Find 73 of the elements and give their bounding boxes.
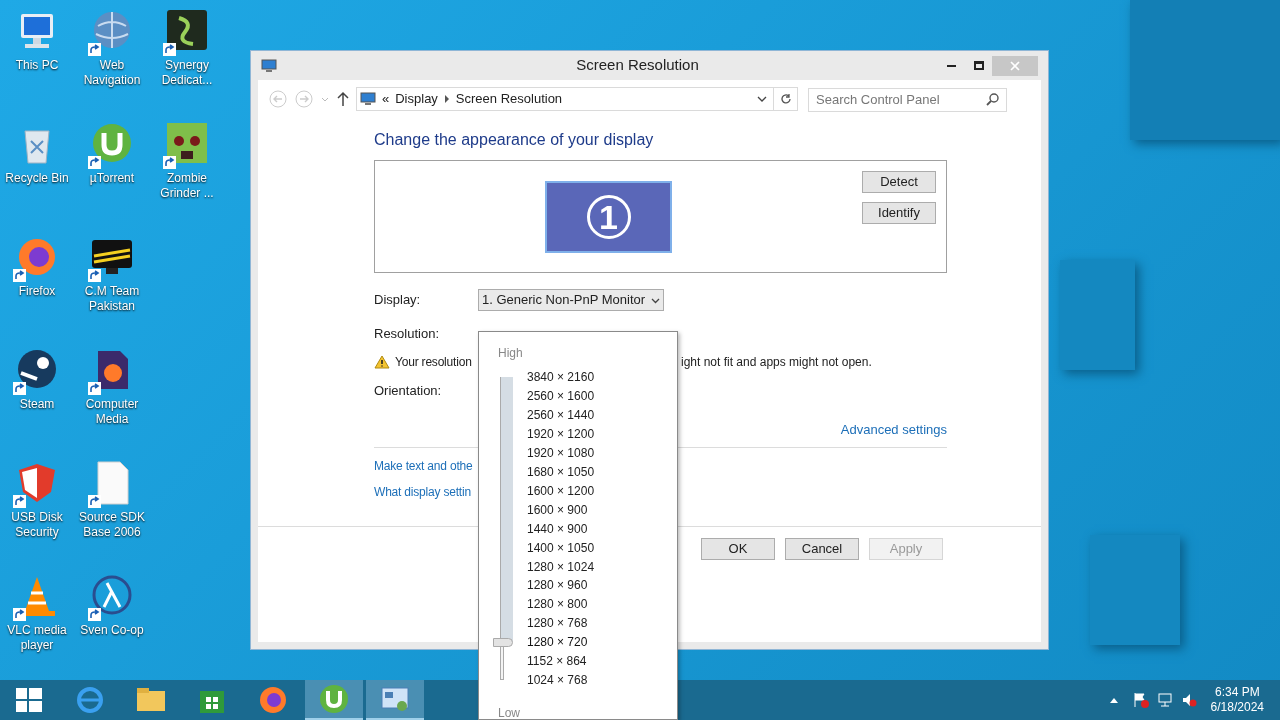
display-number: 1 <box>586 194 631 239</box>
resolution-option[interactable]: 1280 × 960 <box>527 576 595 596</box>
page-heading: Change the appearance of your display <box>374 130 655 150</box>
breadcrumb-item[interactable]: Display <box>395 89 438 109</box>
taskbar-button[interactable] <box>366 680 424 720</box>
clock-time[interactable]: 6:34 PM <box>1214 685 1260 700</box>
shortcut-arrow-icon <box>13 269 26 282</box>
shortcut-arrow-icon <box>88 608 101 621</box>
shortcut-arrow-icon <box>13 495 26 508</box>
refresh-icon <box>779 93 792 105</box>
search-field[interactable]: Search Control Panel <box>808 87 1007 112</box>
resolution-option[interactable]: 1600 × 900 <box>527 500 595 520</box>
shortcut-arrow-icon <box>163 156 176 169</box>
shortcut-arrow-icon <box>163 43 176 56</box>
panel-button[interactable]: Identify <box>862 202 936 224</box>
field-label: Orientation: <box>374 381 442 400</box>
dialog-button[interactable]: OK <box>701 537 775 560</box>
resolution-option[interactable]: 3840 × 2160 <box>527 368 595 387</box>
resolution-option[interactable]: 1400 × 1050 <box>527 538 595 558</box>
resolution-option[interactable]: 1280 × 800 <box>527 595 595 615</box>
resolution-option[interactable]: 1152 × 864 <box>527 652 595 672</box>
slider-high-label: High <box>498 345 524 362</box>
shortcut-arrow-icon <box>88 382 101 395</box>
shortcut-arrow-icon <box>88 43 101 56</box>
resolution-option[interactable]: 2560 × 1600 <box>527 386 595 406</box>
network-icon[interactable] <box>1156 692 1173 708</box>
shortcut-arrow-icon <box>88 156 101 169</box>
resolution-option[interactable]: 1600 × 1200 <box>527 481 595 501</box>
display-thumbnail[interactable]: 1 <box>545 180 672 253</box>
shortcut-arrow-icon <box>13 608 26 621</box>
breadcrumb-item[interactable]: Screen Resolution <box>455 89 563 109</box>
warning-icon <box>374 354 390 369</box>
advanced-settings-link[interactable]: Advanced settings <box>840 420 947 440</box>
settings-link[interactable]: What display settin <box>374 482 471 501</box>
clock-date[interactable]: 6/18/2024 <box>1210 700 1264 715</box>
resolution-option[interactable]: 1440 × 900 <box>527 519 595 539</box>
resolution-option[interactable]: 1280 × 768 <box>527 614 595 634</box>
window-title: Screen Resolution <box>575 55 700 76</box>
resolution-option[interactable]: 1280 × 1024 <box>527 557 595 577</box>
shortcut-arrow-icon <box>88 495 101 508</box>
control-panel-icon <box>360 92 376 106</box>
shortcut-arrow-icon <box>88 269 101 282</box>
flag-icon[interactable] <box>1132 692 1149 708</box>
resolution-option[interactable]: 1024 × 768 <box>527 671 595 691</box>
resolution-option[interactable]: 1280 × 720 <box>527 633 595 653</box>
resolution-option[interactable]: 1680 × 1050 <box>527 462 595 482</box>
close-icon <box>1010 60 1020 71</box>
up-arrow-icon[interactable] <box>336 91 350 107</box>
warning-text: ight not fit and apps might not open. <box>681 353 872 371</box>
monitor-icon <box>261 58 277 73</box>
slider-low-label: Low <box>498 705 521 720</box>
search-icon <box>986 93 999 106</box>
field-label: Resolution: <box>374 325 440 343</box>
dialog-button[interactable]: Cancel <box>785 537 859 560</box>
field-label: Display: <box>374 291 422 310</box>
torrent-icon <box>317 682 351 716</box>
resolution-option[interactable]: 2560 × 1440 <box>527 405 595 425</box>
warning-text: Your resolution <box>395 353 473 371</box>
resolution-option[interactable]: 1920 × 1080 <box>527 443 595 463</box>
shortcut-arrow-icon <box>13 382 26 395</box>
address-bar[interactable]: « Display Screen Resolution <box>356 87 798 111</box>
taskbar-button[interactable] <box>305 680 363 720</box>
display-select[interactable]: 1. Generic Non-PnP Monitor <box>478 289 665 311</box>
resolution-slider-track[interactable] <box>493 377 515 680</box>
muted-speaker-icon[interactable] <box>1180 692 1197 708</box>
caret-up-icon[interactable] <box>1109 697 1118 703</box>
panel-button[interactable]: Detect <box>862 171 936 193</box>
caret-icon[interactable] <box>757 94 767 104</box>
resolution-slider-thumb[interactable] <box>493 638 513 648</box>
resolution-option[interactable]: 1920 × 1200 <box>527 424 595 444</box>
settings-link[interactable]: Make text and othe <box>374 456 473 475</box>
chevron-icon[interactable] <box>443 95 450 103</box>
breadcrumb-overflow[interactable]: « <box>382 89 390 109</box>
